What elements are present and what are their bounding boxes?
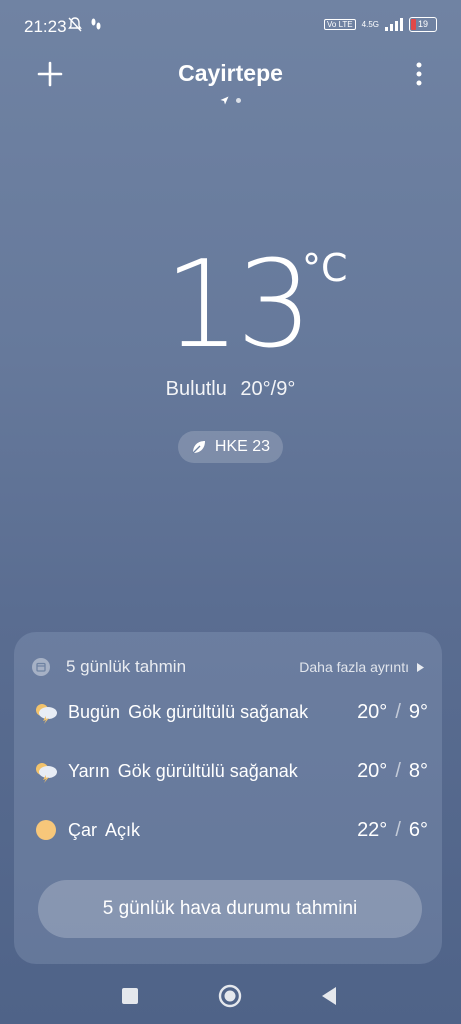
recent-apps-button[interactable] <box>122 988 138 1004</box>
forecast-day: Bugün <box>68 701 121 722</box>
chevron-right-icon <box>417 662 424 672</box>
aqi-label: HKE 23 <box>214 438 271 455</box>
thunderstorm-icon <box>36 763 57 783</box>
battery-level: 19 <box>417 19 428 29</box>
forecast-title-group: 5 günlük tahmin <box>32 657 186 677</box>
status-bar: 21:23 Vo LTE 4.5G 19 <box>0 0 461 50</box>
volte-badge: Vo LTE <box>324 19 356 30</box>
status-icons-right: Vo LTE 4.5G 19 <box>324 17 437 32</box>
high-low: 20°/9° <box>240 378 296 400</box>
city-name: Cayirtepe <box>178 60 283 86</box>
condition-line: Bulutlu 20°/9° <box>0 378 461 401</box>
footsteps-icon <box>91 18 101 30</box>
navigation-bar <box>0 976 461 1016</box>
forecast-separator: / <box>395 818 401 841</box>
condition-text: Bulutlu <box>165 378 227 400</box>
home-button[interactable] <box>218 984 242 1008</box>
forecast-title: 5 günlük tahmin <box>66 657 187 676</box>
forecast-low: 6° <box>408 818 428 841</box>
forecast-temps: 22° / 6° <box>357 819 428 842</box>
thunderstorm-icon <box>36 704 57 724</box>
battery-fill <box>411 19 416 30</box>
forecast-high: 22° <box>357 818 388 841</box>
forecast-desc: Açık <box>105 819 141 840</box>
forecast-card-header: 5 günlük tahmin Daha fazla ayrıntı <box>32 656 424 678</box>
forecast-row-tomorrow[interactable]: Yarın Gök gürültülü sağanak 20° / 8° <box>34 757 428 785</box>
temperature-unit: °C <box>302 246 348 290</box>
status-icons-left <box>68 17 102 32</box>
forecast-high: 20° <box>357 700 388 723</box>
forecast-high: 20° <box>357 759 388 782</box>
forecast-low: 9° <box>408 700 428 723</box>
aqi-badge[interactable]: HKE 23 <box>178 431 283 463</box>
current-temperature: 13 <box>164 236 313 375</box>
forecast-temps: 20° / 9° <box>357 701 428 724</box>
network-type: 4.5G <box>361 20 379 29</box>
page-indicator <box>0 96 461 105</box>
status-time: 21:23 <box>24 17 67 36</box>
more-details-link[interactable]: Daha fazla ayrıntı <box>299 659 424 675</box>
high-temp: 20° <box>240 378 271 400</box>
battery-icon: 19 <box>409 17 437 32</box>
page-dot <box>236 98 241 103</box>
sun-icon <box>36 820 56 840</box>
header: Cayirtepe <box>0 54 461 114</box>
forecast-day: Yarın <box>68 760 110 781</box>
forecast-separator: / <box>395 759 401 782</box>
forecast-card: 5 günlük tahmin Daha fazla ayrıntı Bugün… <box>14 632 442 964</box>
five-day-forecast-button[interactable]: 5 günlük hava durumu tahmini <box>38 880 422 938</box>
calendar-icon <box>32 658 50 676</box>
more-vertical-icon[interactable] <box>413 60 425 88</box>
forecast-row-wednesday[interactable]: Çar Açık 22° / 6° <box>34 816 428 844</box>
more-details-label: Daha fazla ayrıntı <box>299 659 409 675</box>
low-temp: 9° <box>276 378 296 400</box>
forecast-day: Çar <box>68 819 98 840</box>
forecast-temps: 20° / 8° <box>357 760 428 783</box>
forecast-desc: Gök gürültülü sağanak <box>128 701 309 722</box>
forecast-desc: Gök gürültülü sağanak <box>117 760 298 781</box>
back-button[interactable] <box>320 986 338 1006</box>
leaf-icon <box>192 441 205 454</box>
forecast-row-today[interactable]: Bugün Gök gürültülü sağanak 20° / 9° <box>34 698 428 726</box>
forecast-separator: / <box>395 700 401 723</box>
bell-muted-icon <box>68 17 82 32</box>
location-arrow-icon <box>220 96 229 105</box>
forecast-low: 8° <box>408 759 428 782</box>
signal-icon <box>385 18 403 31</box>
